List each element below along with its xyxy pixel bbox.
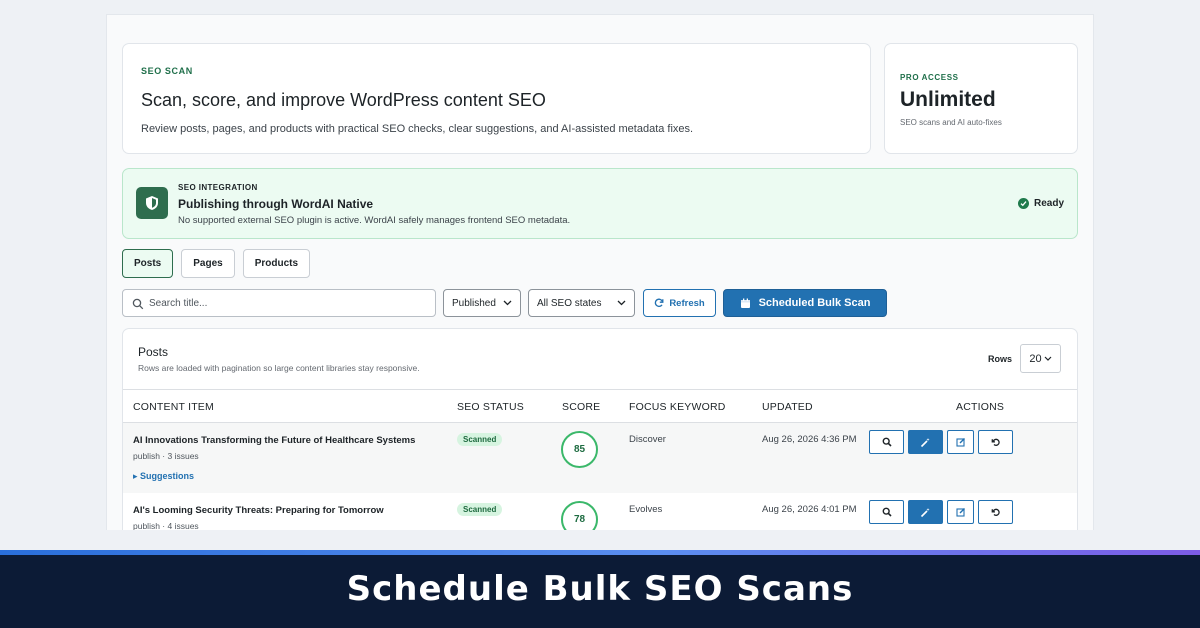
status-select-value: Published bbox=[452, 297, 496, 309]
focus-keyword: Discover bbox=[629, 434, 666, 445]
score-ring: 85 bbox=[561, 431, 598, 468]
content-type-tabs: Posts Pages Products bbox=[122, 249, 311, 278]
column-header-actions: ACTIONS bbox=[956, 401, 1005, 413]
refresh-icon bbox=[655, 298, 664, 308]
search-box bbox=[122, 289, 436, 317]
scan-button[interactable] bbox=[869, 430, 904, 454]
table-row: AI's Looming Security Threats: Preparing… bbox=[123, 493, 1077, 530]
revert-button[interactable] bbox=[978, 430, 1013, 454]
updated-date: Aug 26, 2026 4:36 PM bbox=[762, 434, 857, 445]
rows-label: Rows bbox=[987, 353, 1012, 364]
column-header-score: SCORE bbox=[562, 401, 601, 413]
tab-posts[interactable]: Posts bbox=[122, 249, 174, 278]
status-badge: Ready bbox=[1017, 198, 1064, 209]
bulk-scan-label: Scheduled Bulk Scan bbox=[758, 297, 871, 309]
magnifier-icon bbox=[882, 507, 892, 517]
seo-integration-banner: SEO INTEGRATION Publishing through WordA… bbox=[122, 168, 1078, 239]
seo-state-select[interactable]: All SEO states bbox=[528, 289, 635, 317]
edit-button[interactable] bbox=[947, 500, 974, 524]
edit-button[interactable] bbox=[947, 430, 974, 454]
row-title[interactable]: AI's Looming Security Threats: Preparing… bbox=[133, 505, 384, 516]
table-row: AI Innovations Transforming the Future o… bbox=[123, 423, 1077, 493]
magnifier-icon bbox=[882, 437, 892, 447]
refresh-label: Refresh bbox=[669, 297, 705, 309]
integration-eyebrow: SEO INTEGRATION bbox=[178, 183, 258, 192]
chevron-down-icon bbox=[503, 300, 512, 306]
row-title[interactable]: AI Innovations Transforming the Future o… bbox=[133, 435, 415, 446]
pro-note: SEO scans and AI auto-fixes bbox=[900, 118, 1002, 127]
row-actions bbox=[869, 500, 1013, 524]
pro-value: Unlimited bbox=[900, 88, 996, 111]
undo-icon bbox=[991, 508, 1000, 516]
shield-icon bbox=[136, 187, 168, 219]
seo-status-badge: Scanned bbox=[457, 433, 503, 446]
rows-value: 20 bbox=[1029, 352, 1042, 365]
page-title: Scan, score, and improve WordPress conte… bbox=[141, 90, 546, 110]
column-header-updated: UPDATED bbox=[762, 401, 813, 413]
column-header-content: CONTENT ITEM bbox=[133, 401, 214, 413]
row-meta: publish · 3 issues bbox=[133, 451, 199, 461]
status-label: Ready bbox=[1033, 198, 1064, 209]
scheduled-bulk-scan-button[interactable]: Scheduled Bulk Scan bbox=[723, 289, 887, 317]
chevron-down-icon bbox=[617, 300, 626, 306]
tab-pages[interactable]: Pages bbox=[181, 249, 235, 278]
tab-products[interactable]: Products bbox=[242, 249, 311, 278]
rows-per-page-select[interactable]: 20 bbox=[1020, 344, 1061, 373]
row-actions bbox=[869, 430, 1013, 454]
caption-banner: Schedule Bulk SEO Scans bbox=[0, 550, 1200, 628]
content-table-card: Posts Rows are loaded with pagination so… bbox=[122, 328, 1078, 530]
status-select[interactable]: Published bbox=[443, 289, 521, 317]
focus-keyword: Evolves bbox=[629, 504, 663, 515]
column-header-keyword: FOCUS KEYWORD bbox=[629, 401, 726, 413]
column-header-status: SEO STATUS bbox=[457, 401, 524, 413]
accent-stripe bbox=[0, 550, 1200, 555]
edit-icon bbox=[955, 508, 965, 517]
chevron-down-icon bbox=[1044, 356, 1052, 361]
filter-bar: Published All SEO states Refresh Schedul… bbox=[122, 289, 1082, 317]
search-icon bbox=[132, 297, 144, 315]
refresh-button[interactable]: Refresh bbox=[643, 289, 716, 317]
app-canvas: SEO SCAN Scan, score, and improve WordPr… bbox=[106, 14, 1094, 530]
table-subtitle: Rows are loaded with pagination so large… bbox=[138, 363, 420, 373]
magic-wand-icon bbox=[920, 507, 930, 517]
score-ring: 78 bbox=[561, 501, 598, 530]
integration-title: Publishing through WordAI Native bbox=[178, 197, 374, 211]
seo-scan-hero-card: SEO SCAN Scan, score, and improve WordPr… bbox=[122, 43, 871, 154]
search-input[interactable] bbox=[149, 295, 429, 312]
edit-icon bbox=[955, 438, 965, 447]
revert-button[interactable] bbox=[978, 500, 1013, 524]
rows-per-page-control: Rows 20 bbox=[988, 344, 1061, 373]
check-circle-icon bbox=[1017, 198, 1029, 209]
caption-title: Schedule Bulk SEO Scans bbox=[346, 569, 854, 609]
calendar-icon bbox=[740, 298, 750, 308]
scan-button[interactable] bbox=[869, 500, 904, 524]
row-meta: publish · 4 issues bbox=[133, 521, 199, 530]
magic-wand-icon bbox=[920, 437, 930, 447]
table-header: CONTENT ITEM SEO STATUS SCORE FOCUS KEYW… bbox=[123, 389, 1077, 423]
ai-fix-button[interactable] bbox=[908, 500, 943, 524]
pro-eyebrow: PRO ACCESS bbox=[900, 73, 959, 82]
integration-description: No supported external SEO plugin is acti… bbox=[178, 215, 571, 226]
pro-access-card: PRO ACCESS Unlimited SEO scans and AI au… bbox=[884, 43, 1078, 154]
hero-description: Review posts, pages, and products with p… bbox=[141, 123, 694, 135]
undo-icon bbox=[991, 438, 1000, 446]
suggestions-toggle[interactable]: ▸ Suggestions bbox=[133, 471, 194, 482]
updated-date: Aug 26, 2026 4:01 PM bbox=[762, 504, 857, 515]
seo-status-badge: Scanned bbox=[457, 503, 503, 516]
hero-eyebrow: SEO SCAN bbox=[141, 66, 193, 76]
ai-fix-button[interactable] bbox=[908, 430, 943, 454]
seo-state-select-value: All SEO states bbox=[537, 297, 602, 309]
table-title: Posts bbox=[138, 345, 169, 359]
